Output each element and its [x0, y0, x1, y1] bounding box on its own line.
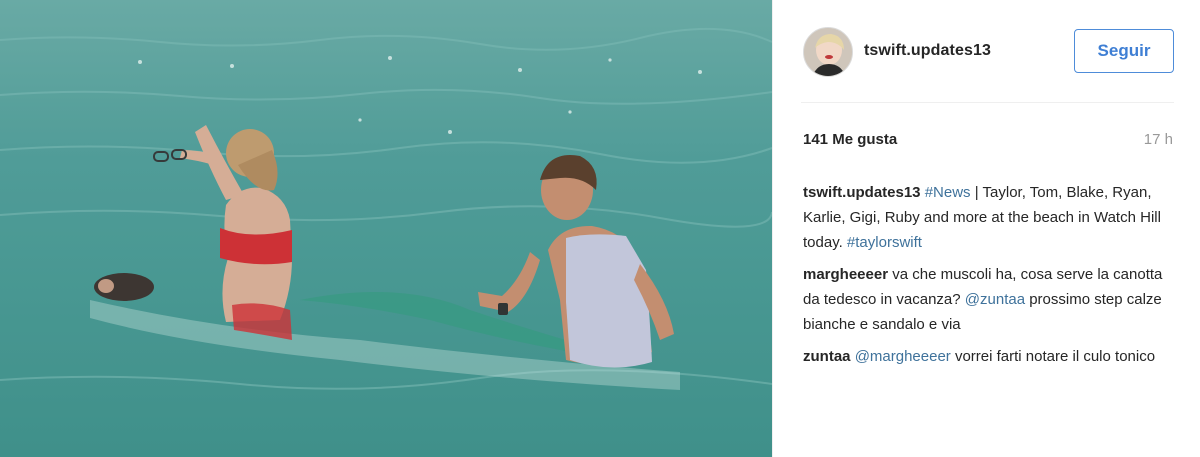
beach-photo-image	[0, 0, 772, 457]
comment-item: margheeeer va che muscoli ha, cosa serve…	[803, 262, 1175, 337]
instagram-post: tswift.updates13 Seguir 141 Me gusta 17 …	[0, 0, 1200, 457]
caption-username[interactable]: tswift.updates13	[803, 184, 921, 201]
post-header: tswift.updates13 Seguir	[773, 0, 1200, 102]
comment-item: zuntaa @margheeeer vorrei farti notare i…	[803, 344, 1175, 369]
comment-username[interactable]: margheeeer	[803, 266, 888, 283]
caption: tswift.updates13 #News | Taylor, Tom, Bl…	[803, 180, 1175, 255]
header-username[interactable]: tswift.updates13	[864, 42, 991, 60]
mention-link[interactable]: @margheeeer	[855, 348, 951, 365]
post-time[interactable]: 17 h	[1144, 131, 1173, 148]
comment-text: vorrei farti notare il culo tonico	[950, 348, 1156, 365]
likes-count[interactable]: 141 Me gusta	[803, 131, 897, 148]
avatar-image	[804, 28, 852, 76]
hashtag-link[interactable]: #News	[925, 184, 971, 201]
comment-username[interactable]: zuntaa	[803, 348, 851, 365]
follow-button[interactable]: Seguir	[1074, 29, 1174, 73]
header-divider	[801, 102, 1174, 103]
post-sidebar: tswift.updates13 Seguir 141 Me gusta 17 …	[772, 0, 1200, 457]
comments-list: tswift.updates13 #News | Taylor, Tom, Bl…	[803, 180, 1175, 376]
hashtag-link[interactable]: #taylorswift	[847, 234, 922, 251]
avatar[interactable]	[803, 27, 853, 77]
post-photo[interactable]	[0, 0, 772, 457]
mention-link[interactable]: @zuntaa	[965, 291, 1025, 308]
